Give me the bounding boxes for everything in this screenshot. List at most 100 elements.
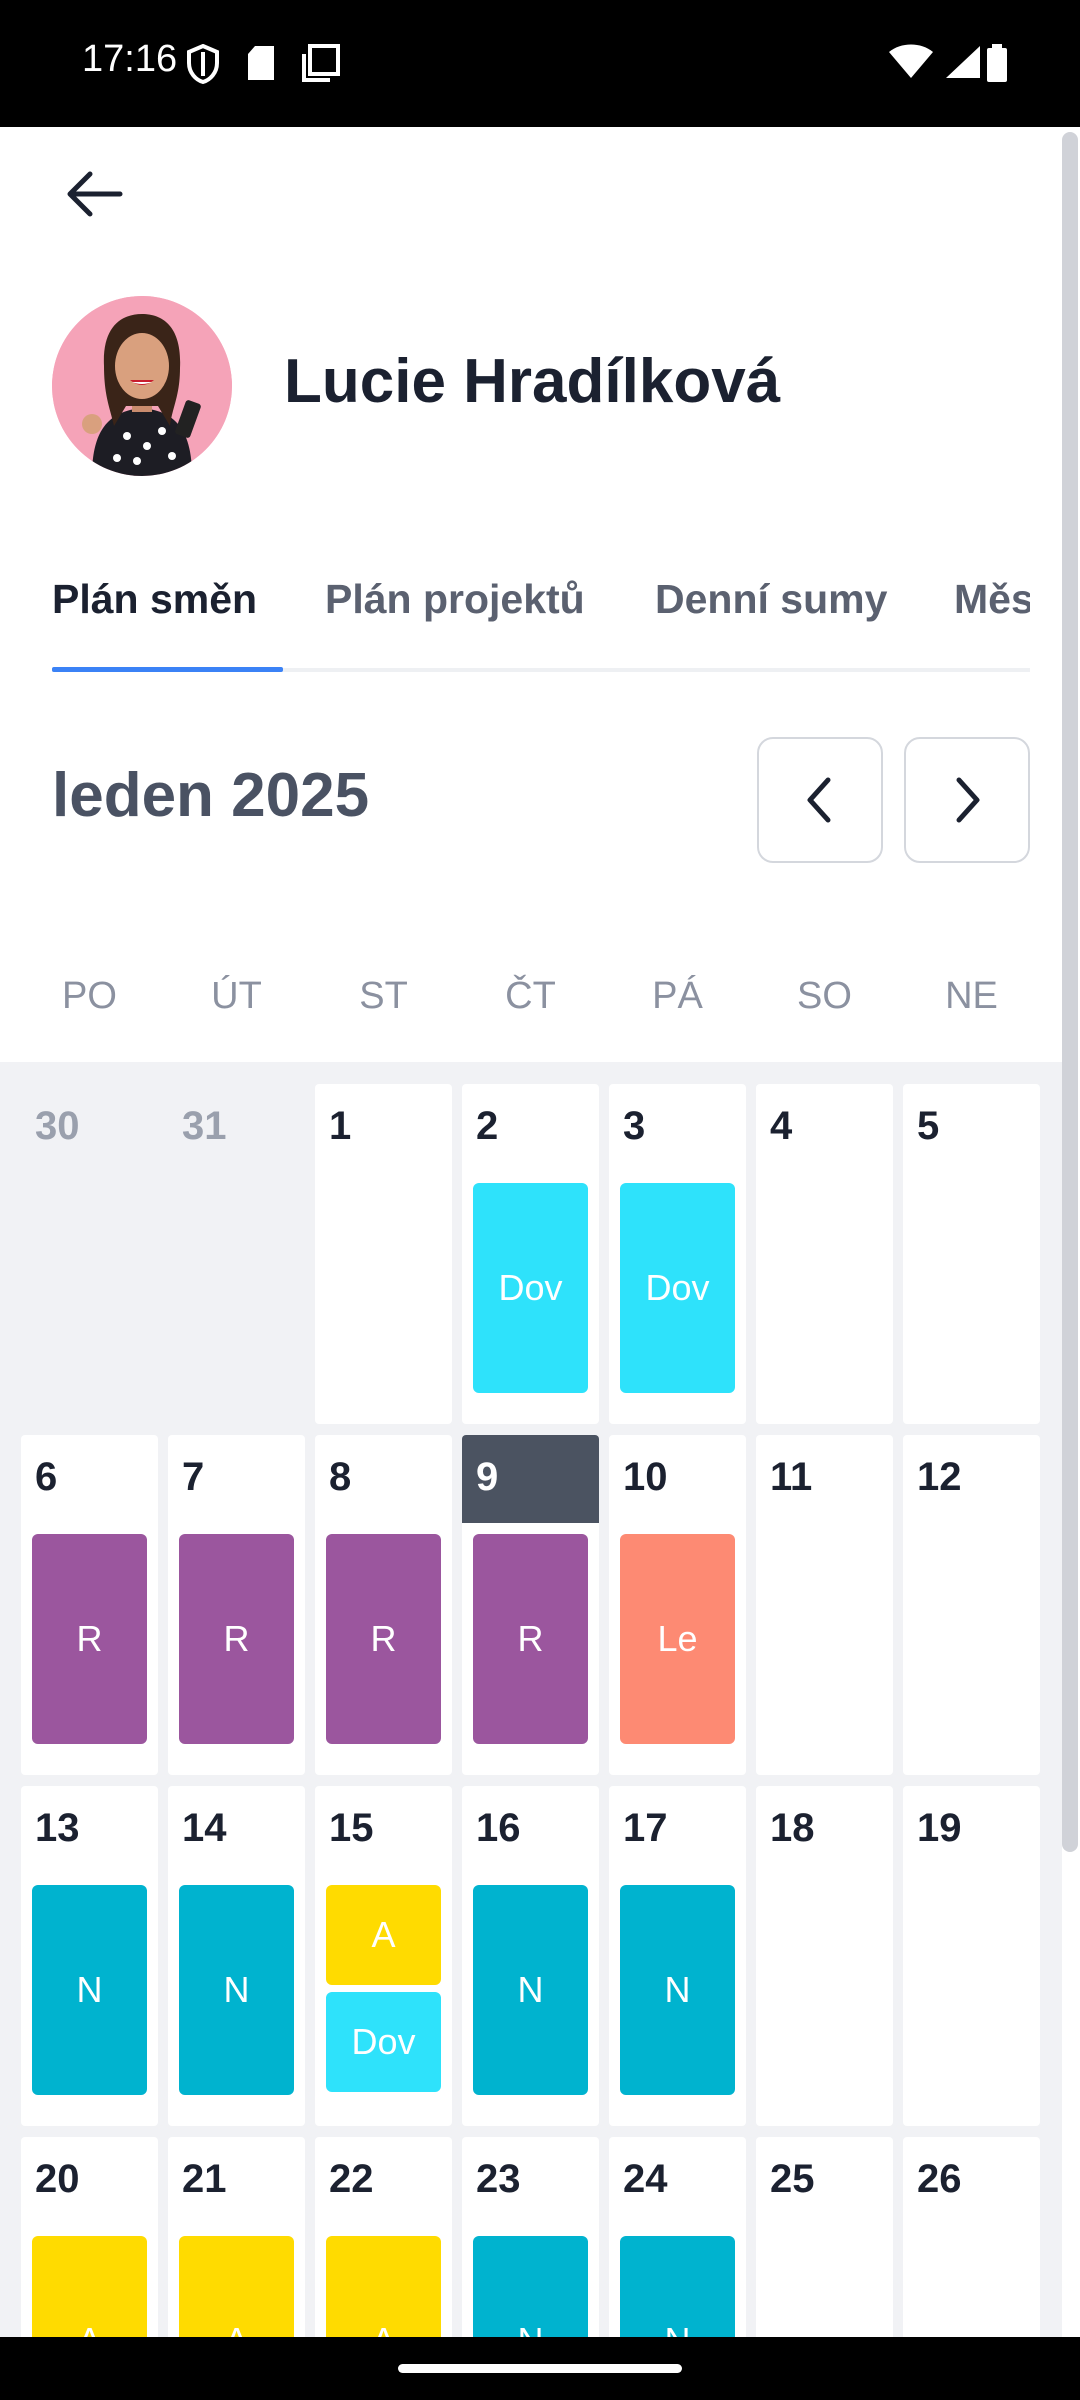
shift-block[interactable]: Le	[620, 1534, 735, 1744]
calendar-day-cell[interactable]: 31	[168, 1084, 305, 1424]
calendar-day-cell[interactable]: 15 A Dov	[315, 1786, 452, 2126]
calendar-day-cell[interactable]: 3 Dov	[609, 1084, 746, 1424]
day-number: 20	[35, 2157, 80, 2201]
calendar-day-cell[interactable]: 6R	[21, 1435, 158, 1775]
calendar-day-cell[interactable]: 9R	[462, 1435, 599, 1775]
weekday-label: ČT	[505, 975, 556, 1017]
calendar-day-cell[interactable]: 14 N	[168, 1786, 305, 2126]
day-number: 11	[770, 1455, 813, 1499]
day-number: 18	[770, 1806, 815, 1850]
month-title: leden 2025	[52, 761, 370, 830]
day-number: 7	[182, 1455, 205, 1499]
arrow-left-icon	[67, 171, 123, 217]
shift-block[interactable]: Dov	[326, 1992, 441, 2092]
day-number: 3	[623, 1104, 646, 1148]
calendar-day-cell[interactable]: 24 N	[609, 2137, 746, 2337]
next-month-button[interactable]	[904, 737, 1030, 863]
tab-monthly-sums[interactable]: Měsíční sumy	[954, 576, 1030, 623]
calendar-day-cell[interactable]: 11	[756, 1435, 893, 1775]
status-bar: 17:16	[0, 0, 1080, 127]
shift-block[interactable]: R	[326, 1534, 441, 1744]
shift-block[interactable]: R	[32, 1534, 147, 1744]
shift-block[interactable]: N	[620, 2236, 735, 2337]
shift-block[interactable]: N	[620, 1885, 735, 2095]
home-handle[interactable]	[398, 2364, 682, 2373]
day-number: 10	[623, 1455, 668, 1499]
shift-block[interactable]: A	[32, 2236, 147, 2337]
tab-project-plan[interactable]: Plán projektů	[325, 576, 585, 623]
wifi-icon	[889, 44, 933, 78]
calendar-day-cell[interactable]: 8R	[315, 1435, 452, 1775]
screenshot-icon	[302, 44, 340, 82]
signal-icon	[946, 46, 980, 78]
day-number: 24	[623, 2157, 668, 2201]
tab-bar: Plán směn Plán projektů Denní sumy Měsíč…	[52, 576, 1030, 672]
calendar-day-cell[interactable]: 26	[903, 2137, 1040, 2337]
profile-photo	[52, 296, 232, 476]
avatar	[52, 296, 232, 476]
shift-block[interactable]: A	[179, 2236, 294, 2337]
today-highlight: 9	[462, 1435, 599, 1523]
calendar-day-cell[interactable]: 4	[756, 1084, 893, 1424]
calendar-day-cell[interactable]: 5	[903, 1084, 1040, 1424]
weekday-label: NE	[945, 975, 998, 1017]
day-number: 14	[182, 1806, 227, 1850]
shift-block[interactable]: A	[326, 2236, 441, 2337]
calendar-day-cell[interactable]: 23 N	[462, 2137, 599, 2337]
day-number: 4	[770, 1104, 793, 1148]
day-number: 9	[476, 1455, 499, 1499]
calendar-day-cell[interactable]: 1	[315, 1084, 452, 1424]
back-button[interactable]	[52, 152, 136, 236]
shift-block[interactable]: A	[326, 1885, 441, 1985]
day-number: 19	[917, 1806, 962, 1850]
previous-month-button[interactable]	[757, 737, 883, 863]
calendar-day-cell[interactable]: 20 A	[21, 2137, 158, 2337]
weekday-label: ÚT	[211, 975, 262, 1017]
shift-block[interactable]: N	[32, 1885, 147, 2095]
status-time: 17:16	[82, 38, 178, 80]
calendar-day-cell[interactable]: 10 Le	[609, 1435, 746, 1775]
calendar-day-cell[interactable]: 2 Dov	[462, 1084, 599, 1424]
tab-shift-plan[interactable]: Plán směn	[52, 576, 257, 623]
shift-block[interactable]: R	[179, 1534, 294, 1744]
day-number: 5	[917, 1104, 940, 1148]
shift-block[interactable]: N	[473, 1885, 588, 2095]
sd-card-icon	[248, 46, 274, 80]
tab-active-indicator	[52, 667, 283, 672]
tab-daily-sums[interactable]: Denní sumy	[655, 576, 887, 623]
calendar-day-cell[interactable]: 16 N	[462, 1786, 599, 2126]
calendar-day-cell[interactable]: 12	[903, 1435, 1040, 1775]
calendar-day-cell[interactable]: 25	[756, 2137, 893, 2337]
shift-block[interactable]: N	[473, 2236, 588, 2337]
shift-block[interactable]: Dov	[473, 1183, 588, 1393]
scrollbar-thumb[interactable]	[1062, 132, 1078, 1852]
calendar-day-cell[interactable]: 18	[756, 1786, 893, 2126]
calendar-day-cell[interactable]: 17 N	[609, 1786, 746, 2126]
shift-block[interactable]: Dov	[620, 1183, 735, 1393]
shift-block[interactable]: N	[179, 1885, 294, 2095]
chevron-right-icon	[956, 777, 980, 823]
calendar-day-cell[interactable]: 13 N	[21, 1786, 158, 2126]
day-number: 22	[329, 2157, 374, 2201]
weekday-label: SO	[797, 975, 852, 1017]
day-number: 15	[329, 1806, 374, 1850]
shield-icon	[187, 44, 219, 84]
calendar-day-cell[interactable]: 21 A	[168, 2137, 305, 2337]
day-number: 13	[35, 1806, 80, 1850]
calendar-day-cell[interactable]: 22 A	[315, 2137, 452, 2337]
day-number: 30	[35, 1104, 80, 1148]
shift-block[interactable]: R	[473, 1534, 588, 1744]
day-number: 26	[917, 2157, 962, 2201]
day-number: 6	[35, 1455, 58, 1499]
day-number: 8	[329, 1455, 352, 1499]
calendar-grid: 30 31 1 2 Dov 3 Dov 4 5 6 R 7 R 8 R 9 R 10 Le 11 12 13 N 14 N 15 A…	[0, 1062, 1062, 2337]
day-number: 1	[329, 1104, 352, 1148]
weekday-label: ST	[359, 975, 408, 1017]
calendar-day-cell[interactable]: 7R	[168, 1435, 305, 1775]
calendar-day-cell[interactable]: 30	[21, 1084, 158, 1424]
weekday-label: PÁ	[652, 975, 703, 1017]
battery-icon	[987, 44, 1007, 82]
calendar-day-cell[interactable]: 19	[903, 1786, 1040, 2126]
profile-name: Lucie Hradílková	[284, 347, 781, 416]
day-number: 17	[623, 1806, 668, 1850]
